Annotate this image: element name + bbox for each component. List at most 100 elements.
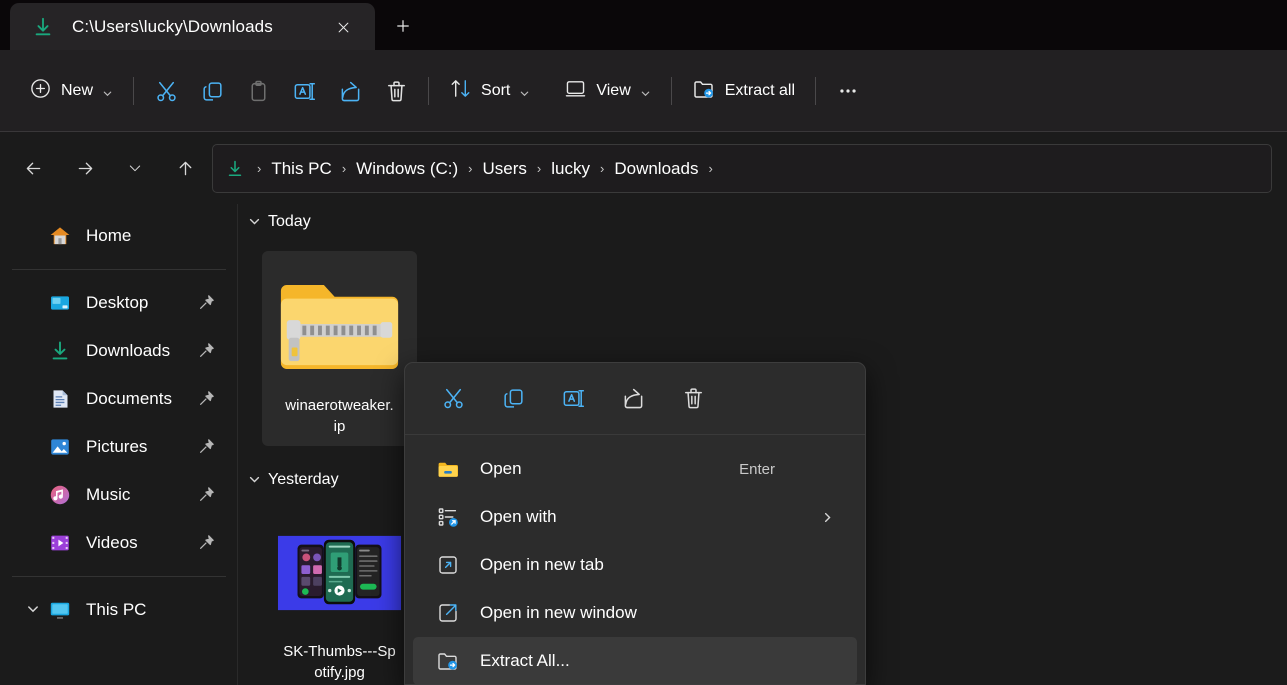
more-options-button[interactable]: [825, 71, 871, 111]
file-item-winaerotweaker-zip[interactable]: winaerotweaker. ip: [262, 251, 417, 446]
breadcrumb-item-downloads[interactable]: Downloads: [607, 156, 705, 182]
copy-icon[interactable]: [189, 71, 235, 111]
command-bar: New Sort View Extract all: [0, 50, 1287, 132]
monitor-icon: [48, 598, 72, 622]
context-menu-item-extract-all[interactable]: Extract All...: [413, 637, 857, 684]
view-icon: [564, 77, 587, 105]
file-name: winaerotweaker. ip: [268, 395, 411, 438]
breadcrumb-separator: ›: [341, 161, 347, 176]
back-button[interactable]: [14, 149, 52, 187]
up-button[interactable]: [166, 149, 204, 187]
delete-icon[interactable]: [663, 377, 723, 421]
chevron-down-icon: [640, 86, 651, 97]
image-thumbnail: [277, 513, 402, 633]
sidebar-item-label: Home: [86, 226, 132, 245]
new-button[interactable]: New: [18, 71, 124, 111]
group-header-label: Yesterday: [268, 471, 339, 488]
sidebar-item-pictures[interactable]: Pictures: [12, 423, 226, 471]
downloads-arrow-icon: [32, 16, 54, 38]
documents-icon: [48, 387, 72, 411]
home-icon: [48, 224, 72, 248]
group-header-today[interactable]: Today: [238, 204, 1287, 240]
chevron-down-icon[interactable]: [26, 602, 40, 616]
chevron-down-icon[interactable]: [248, 473, 261, 486]
tab-downloads[interactable]: C:\Users\lucky\Downloads: [10, 3, 375, 50]
context-menu-icon-row: [405, 363, 865, 435]
pin-icon[interactable]: [197, 293, 216, 312]
sidebar-item-videos[interactable]: Videos: [12, 519, 226, 567]
group-header-label: Today: [268, 213, 311, 230]
new-tab-icon: [436, 553, 460, 577]
chevron-down-icon: [102, 86, 113, 97]
file-explorer-window: C:\Users\lucky\Downloads New Sort View E…: [0, 0, 1287, 685]
context-menu-item-label: Open: [480, 459, 522, 478]
breadcrumb[interactable]: › This PC › Windows (C:) › Users › lucky…: [212, 144, 1272, 193]
paste-icon: [235, 71, 281, 111]
copy-icon[interactable]: [483, 377, 543, 421]
recent-locations-button[interactable]: [116, 149, 154, 187]
breadcrumb-separator: ›: [600, 161, 605, 176]
sidebar-divider: [12, 576, 226, 577]
sidebar-item-desktop[interactable]: Desktop: [12, 279, 226, 327]
context-menu-item-label: Open with: [480, 507, 557, 526]
sidebar-item-documents[interactable]: Documents: [12, 375, 226, 423]
pictures-icon: [48, 435, 72, 459]
toolbar-divider: [133, 77, 135, 105]
sidebar-item-label: Documents: [86, 389, 172, 408]
pin-icon[interactable]: [197, 389, 216, 408]
downloads-arrow-icon: [225, 159, 245, 179]
plus-circle-icon: [29, 77, 52, 105]
sidebar-item-home[interactable]: Home: [12, 212, 226, 260]
sidebar-item-music[interactable]: Music: [12, 471, 226, 519]
file-name-line2: ip: [333, 418, 346, 436]
pin-icon[interactable]: [197, 437, 216, 456]
breadcrumb-separator: ›: [708, 161, 713, 176]
context-menu-item-open-in-new-window[interactable]: Open in new window: [413, 589, 857, 637]
breadcrumb-separator: ›: [468, 161, 473, 176]
context-menu-item-open-in-new-tab[interactable]: Open in new tab: [413, 541, 857, 589]
context-menu-item-label: Open in new tab: [480, 555, 604, 574]
context-menu[interactable]: Open Enter Open with Open in new tab Ope…: [404, 362, 866, 685]
context-menu-item-open[interactable]: Open Enter: [413, 445, 857, 493]
sort-button[interactable]: Sort: [438, 71, 541, 111]
pin-icon[interactable]: [197, 485, 216, 504]
chevron-right-icon: [821, 511, 834, 524]
rename-icon[interactable]: [281, 71, 327, 111]
toolbar-divider: [670, 77, 672, 105]
sidebar-item-label: Downloads: [86, 341, 171, 360]
breadcrumb-item-windows-c[interactable]: Windows (C:): [349, 156, 465, 182]
rename-icon[interactable]: [543, 377, 603, 421]
sidebar-item-downloads[interactable]: Downloads: [12, 327, 226, 375]
share-icon[interactable]: [327, 71, 373, 111]
breadcrumb-separator: ›: [257, 161, 262, 176]
videos-icon: [48, 531, 72, 555]
delete-icon[interactable]: [373, 71, 419, 111]
pin-icon[interactable]: [197, 533, 216, 552]
new-tab-button[interactable]: [387, 10, 419, 42]
close-icon[interactable]: [328, 12, 358, 42]
cut-icon[interactable]: [143, 71, 189, 111]
new-button-label: New: [61, 82, 94, 99]
extract-all-label: Extract all: [724, 82, 795, 99]
context-menu-item-open-with[interactable]: Open with: [413, 493, 857, 541]
chevron-down-icon[interactable]: [248, 215, 261, 228]
file-item-sk-thumbs-spotify-jpg[interactable]: SK-Thumbs---Sp otify.jpg: [262, 497, 417, 685]
breadcrumb-item-users[interactable]: Users: [476, 156, 534, 182]
pin-icon[interactable]: [197, 341, 216, 360]
breadcrumb-item-this-pc[interactable]: This PC: [264, 156, 338, 182]
breadcrumb-separator: ›: [536, 161, 542, 176]
open-with-icon: [436, 505, 460, 529]
music-icon: [48, 483, 72, 507]
breadcrumb-item-lucky[interactable]: lucky: [544, 156, 597, 182]
cut-icon[interactable]: [423, 377, 483, 421]
zip-folder-icon: [277, 267, 402, 387]
desktop-icon: [48, 291, 72, 315]
forward-button[interactable]: [66, 149, 104, 187]
share-icon[interactable]: [603, 377, 663, 421]
sidebar-item-this-pc[interactable]: This PC: [12, 586, 226, 634]
extract-all-button[interactable]: Extract all: [681, 71, 806, 111]
view-button[interactable]: View: [553, 71, 661, 111]
file-name-line1: winaerotweaker.: [285, 397, 394, 414]
group-header-yesterday[interactable]: Yesterday: [238, 462, 339, 498]
sidebar-item-label: This PC: [86, 600, 147, 619]
